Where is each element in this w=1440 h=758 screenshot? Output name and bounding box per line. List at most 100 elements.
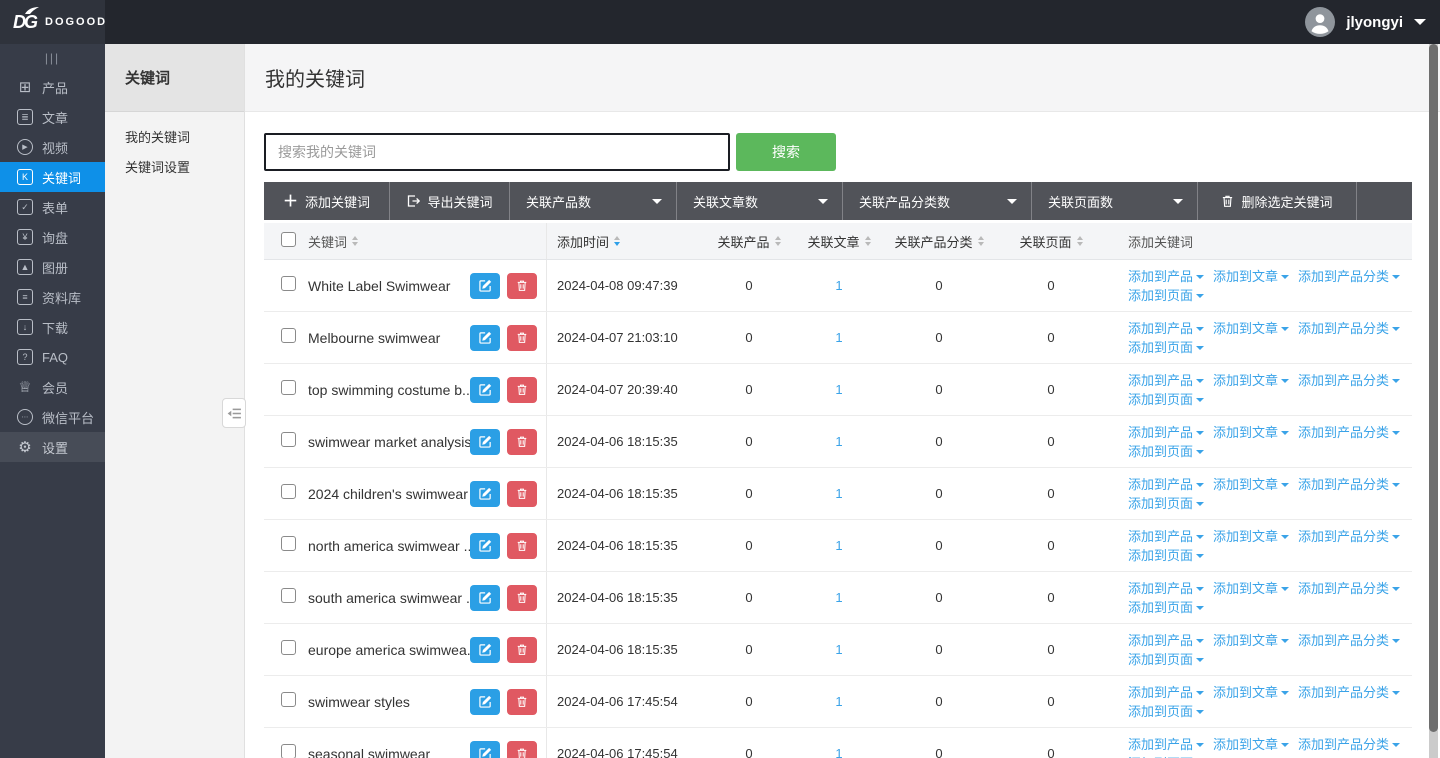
add-to-category-link[interactable]: 添加到产品分类 (1298, 529, 1400, 544)
row-checkbox[interactable] (281, 432, 296, 447)
add-to-category-link[interactable]: 添加到产品分类 (1298, 321, 1400, 336)
row-checkbox[interactable] (281, 640, 296, 655)
subsidebar-item-my-keywords[interactable]: 我的关键词 (105, 121, 244, 151)
search-button[interactable]: 搜索 (736, 133, 836, 171)
add-to-category-link[interactable]: 添加到产品分类 (1298, 373, 1400, 388)
add-to-article-link[interactable]: 添加到文章 (1213, 529, 1289, 544)
delete-button[interactable] (507, 481, 537, 507)
related-articles-count[interactable]: 1 (792, 330, 886, 345)
related-articles-count[interactable]: 1 (792, 590, 886, 605)
related-articles-count[interactable]: 1 (792, 278, 886, 293)
search-input[interactable] (264, 133, 730, 171)
add-to-product-link[interactable]: 添加到产品 (1128, 737, 1204, 752)
sidebar-collapse-button[interactable]: ||| (0, 44, 105, 72)
edit-button[interactable] (470, 533, 500, 559)
row-checkbox[interactable] (281, 536, 296, 551)
add-to-product-link[interactable]: 添加到产品 (1128, 529, 1204, 544)
related-categories-count-dropdown[interactable]: 关联产品分类数 (843, 182, 1032, 220)
edit-button[interactable] (470, 481, 500, 507)
related-products-count-dropdown[interactable]: 关联产品数 (510, 182, 677, 220)
scrollbar-thumb[interactable] (1429, 44, 1438, 732)
delete-button[interactable] (507, 637, 537, 663)
related-articles-count[interactable]: 1 (792, 382, 886, 397)
add-to-page-link[interactable]: 添加到页面 (1128, 340, 1204, 355)
row-checkbox[interactable] (281, 588, 296, 603)
edit-button[interactable] (470, 741, 500, 758)
edit-button[interactable] (470, 689, 500, 715)
add-to-page-link[interactable]: 添加到页面 (1128, 288, 1204, 303)
add-to-page-link[interactable]: 添加到页面 (1128, 704, 1204, 719)
related-articles-count[interactable]: 1 (792, 538, 886, 553)
add-to-product-link[interactable]: 添加到产品 (1128, 321, 1204, 336)
delete-button[interactable] (507, 429, 537, 455)
add-to-category-link[interactable]: 添加到产品分类 (1298, 685, 1400, 700)
add-to-page-link[interactable]: 添加到页面 (1128, 392, 1204, 407)
row-checkbox[interactable] (281, 484, 296, 499)
sidebar-item-keyword[interactable]: K 关键词 (0, 162, 105, 192)
row-checkbox[interactable] (281, 276, 296, 291)
add-to-article-link[interactable]: 添加到文章 (1213, 633, 1289, 648)
add-to-category-link[interactable]: 添加到产品分类 (1298, 477, 1400, 492)
add-to-product-link[interactable]: 添加到产品 (1128, 633, 1204, 648)
related-pages-count-dropdown[interactable]: 关联页面数 (1032, 182, 1198, 220)
edit-button[interactable] (470, 273, 500, 299)
edit-button[interactable] (470, 429, 500, 455)
header-added-time[interactable]: 添加时间 (546, 223, 706, 259)
add-to-category-link[interactable]: 添加到产品分类 (1298, 633, 1400, 648)
header-related-pages[interactable]: 关联页面 (992, 232, 1110, 251)
delete-button[interactable] (507, 741, 537, 758)
add-to-product-link[interactable]: 添加到产品 (1128, 269, 1204, 284)
add-to-category-link[interactable]: 添加到产品分类 (1298, 269, 1400, 284)
add-to-article-link[interactable]: 添加到文章 (1213, 737, 1289, 752)
add-to-article-link[interactable]: 添加到文章 (1213, 321, 1289, 336)
related-articles-count-dropdown[interactable]: 关联文章数 (677, 182, 843, 220)
edit-button[interactable] (470, 585, 500, 611)
add-to-article-link[interactable]: 添加到文章 (1213, 685, 1289, 700)
header-related-products[interactable]: 关联产品 (706, 232, 792, 251)
add-to-article-link[interactable]: 添加到文章 (1213, 581, 1289, 596)
add-to-page-link[interactable]: 添加到页面 (1128, 600, 1204, 615)
subsidebar-item-keyword-settings[interactable]: 关键词设置 (105, 151, 244, 181)
subsidebar-toggle-button[interactable] (222, 398, 246, 428)
header-related-articles[interactable]: 关联文章 (792, 232, 886, 251)
row-checkbox[interactable] (281, 744, 296, 758)
related-articles-count[interactable]: 1 (792, 694, 886, 709)
add-to-category-link[interactable]: 添加到产品分类 (1298, 737, 1400, 752)
edit-button[interactable] (470, 325, 500, 351)
add-to-article-link[interactable]: 添加到文章 (1213, 425, 1289, 440)
delete-button[interactable] (507, 325, 537, 351)
add-to-product-link[interactable]: 添加到产品 (1128, 373, 1204, 388)
sidebar-item-download[interactable]: ↓ 下载 (0, 312, 105, 342)
add-keyword-button[interactable]: ＋ 添加关键词 (264, 182, 390, 220)
header-keyword[interactable]: 关键词 (308, 232, 546, 251)
sidebar-item-wechat[interactable]: ⋯ 微信平台 (0, 402, 105, 432)
row-checkbox[interactable] (281, 380, 296, 395)
edit-button[interactable] (470, 637, 500, 663)
sidebar-item-gallery[interactable]: ▲ 图册 (0, 252, 105, 282)
row-checkbox[interactable] (281, 692, 296, 707)
delete-button[interactable] (507, 689, 537, 715)
add-to-product-link[interactable]: 添加到产品 (1128, 685, 1204, 700)
user-menu[interactable]: jlyongyi (1305, 0, 1426, 44)
add-to-category-link[interactable]: 添加到产品分类 (1298, 425, 1400, 440)
edit-button[interactable] (470, 377, 500, 403)
sidebar-item-form[interactable]: ✓ 表单 (0, 192, 105, 222)
sidebar-item-video[interactable]: ▶ 视频 (0, 132, 105, 162)
add-to-article-link[interactable]: 添加到文章 (1213, 477, 1289, 492)
sidebar-item-product[interactable]: ⊞ 产品 (0, 72, 105, 102)
sidebar-item-member[interactable]: ♕ 会员 (0, 372, 105, 402)
add-to-page-link[interactable]: 添加到页面 (1128, 444, 1204, 459)
row-checkbox[interactable] (281, 328, 296, 343)
add-to-page-link[interactable]: 添加到页面 (1128, 496, 1204, 511)
add-to-product-link[interactable]: 添加到产品 (1128, 477, 1204, 492)
sidebar-item-settings[interactable]: ⚙ 设置 (0, 432, 105, 462)
delete-selected-button[interactable]: 删除选定关键词 (1198, 182, 1357, 220)
add-to-category-link[interactable]: 添加到产品分类 (1298, 581, 1400, 596)
add-to-product-link[interactable]: 添加到产品 (1128, 425, 1204, 440)
add-to-article-link[interactable]: 添加到文章 (1213, 269, 1289, 284)
header-related-categories[interactable]: 关联产品分类 (886, 232, 992, 251)
related-articles-count[interactable]: 1 (792, 434, 886, 449)
sidebar-item-article[interactable]: ≣ 文章 (0, 102, 105, 132)
delete-button[interactable] (507, 273, 537, 299)
delete-button[interactable] (507, 377, 537, 403)
